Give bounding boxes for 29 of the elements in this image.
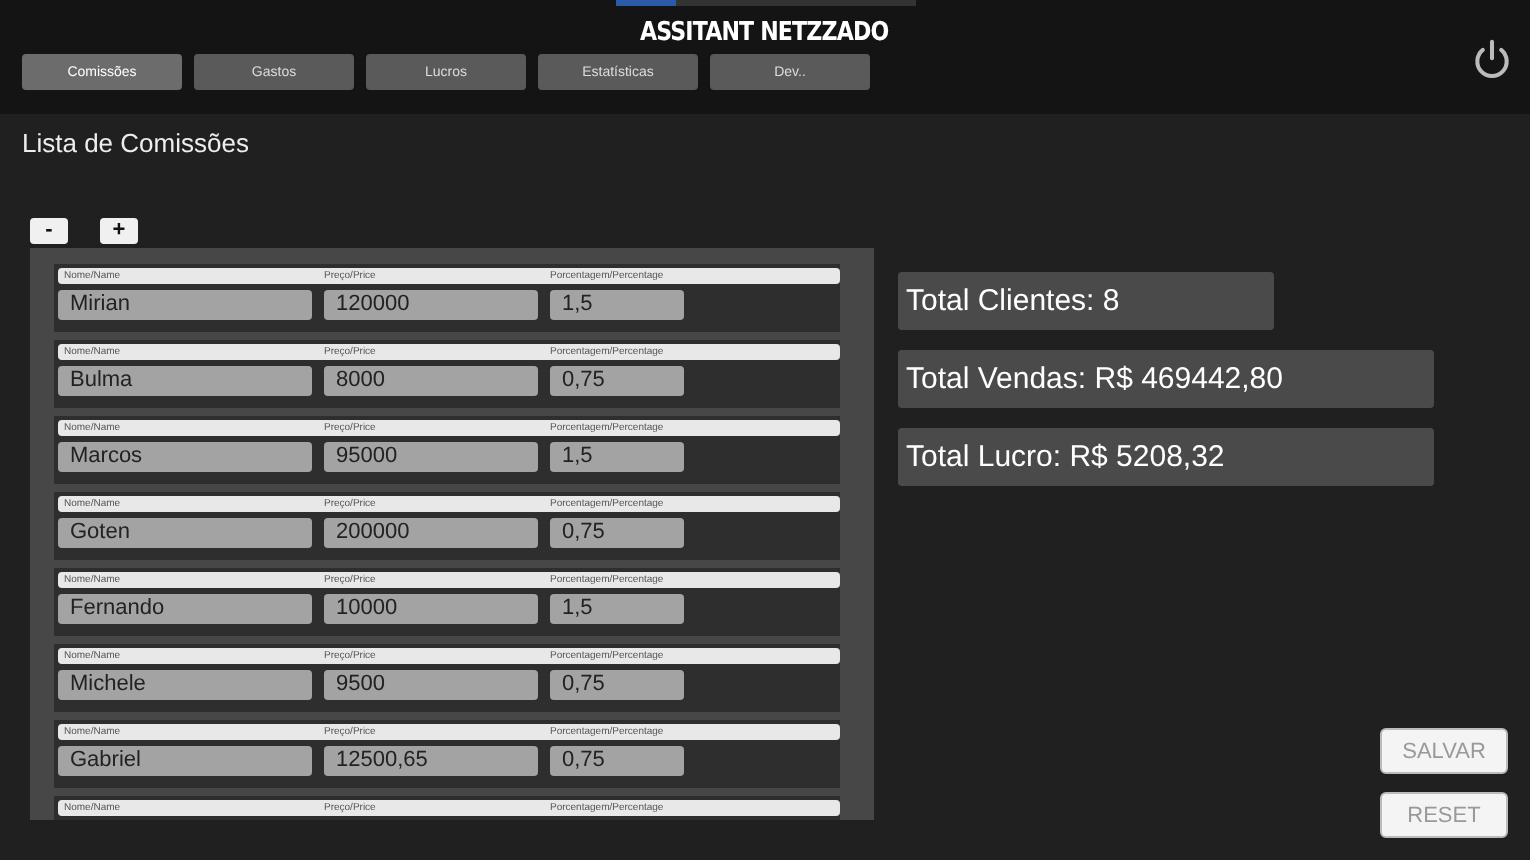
app-title: ASSITANT NETZZADO — [640, 18, 890, 48]
price-field[interactable]: 10000 — [324, 594, 538, 624]
percentage-field[interactable]: 0,75 — [550, 746, 684, 776]
name-field[interactable]: Mirian — [58, 290, 312, 320]
price-field[interactable]: 12500,65 — [324, 746, 538, 776]
name-field[interactable]: Michele — [58, 670, 312, 700]
percentage-field[interactable]: 0,75 — [550, 670, 684, 700]
name-field[interactable]: Gabriel — [58, 746, 312, 776]
price-field[interactable]: 200000 — [324, 518, 538, 548]
name-field[interactable]: Marcos — [58, 442, 312, 472]
add-row-button[interactable]: + — [100, 218, 138, 244]
name-field[interactable]: Bulma — [58, 366, 312, 396]
price-field[interactable]: 95000 — [324, 442, 538, 472]
percentage-field[interactable]: 1,5 — [550, 290, 684, 320]
percentage-field[interactable]: 0,75 — [550, 366, 684, 396]
price-field[interactable]: 8000 — [324, 366, 538, 396]
total-box: Total Vendas: R$ 469442,80 — [898, 350, 1434, 408]
percentage-field[interactable]: 0,75 — [550, 518, 684, 548]
total-box: Total Lucro: R$ 5208,32 — [898, 428, 1434, 486]
page-title: Lista de Comissões — [22, 128, 251, 158]
power-icon[interactable] — [1470, 38, 1514, 82]
percentage-field[interactable]: 1,5 — [550, 594, 684, 624]
name-field[interactable]: Fernando — [58, 594, 312, 624]
remove-row-button[interactable]: - — [30, 218, 68, 244]
percentage-field[interactable]: 1,5 — [550, 442, 684, 472]
total-box: Total Clientes: 8 — [898, 272, 1274, 330]
price-field[interactable]: 9500 — [324, 670, 538, 700]
name-field[interactable]: Goten — [58, 518, 312, 548]
price-field[interactable]: 120000 — [324, 290, 538, 320]
